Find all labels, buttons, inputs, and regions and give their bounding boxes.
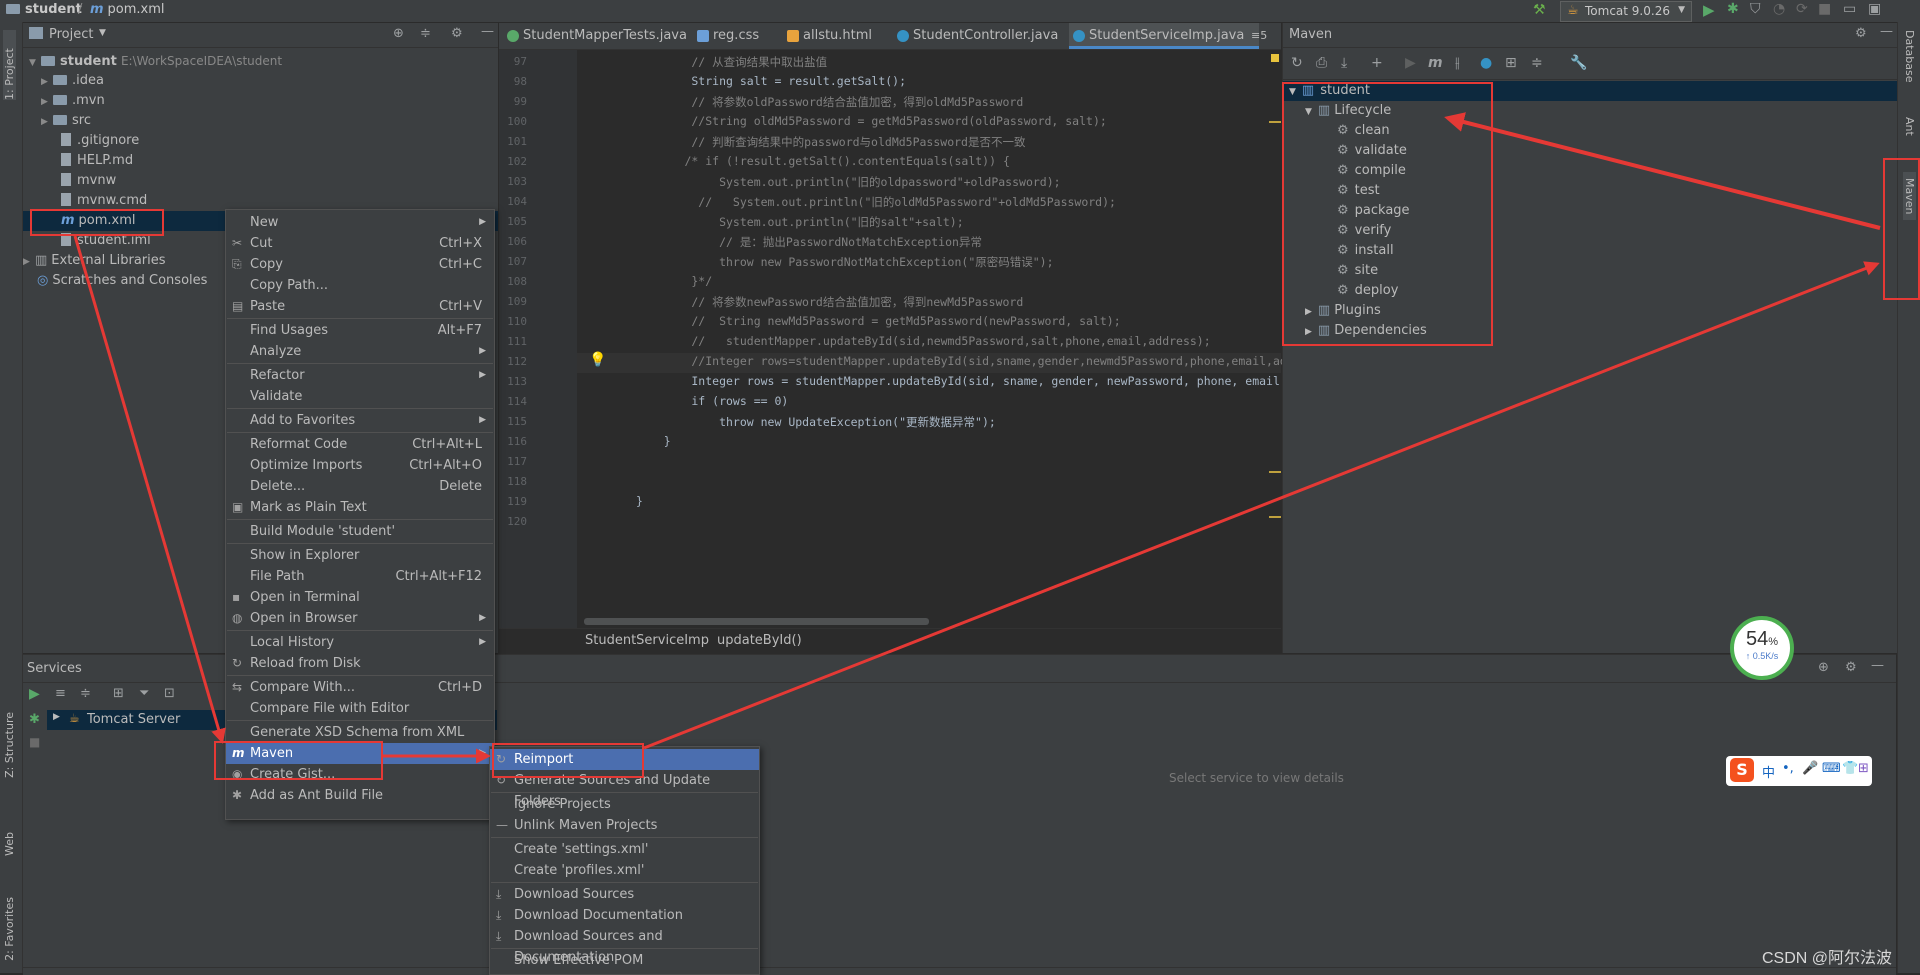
speed-rate: ↑ 0.5K/s bbox=[1745, 651, 1779, 661]
network-speed-widget: 54% ↑ 0.5K/s bbox=[1730, 616, 1794, 680]
watermark: CSDN @阿尔法波 bbox=[1762, 950, 1893, 967]
skin-icon[interactable]: 👕 bbox=[1842, 761, 1858, 776]
ime-toolbar[interactable]: S 中 •, 🎤 ⌨ 👕 ⊞ bbox=[1726, 756, 1872, 786]
microphone-icon[interactable]: 🎤 bbox=[1802, 761, 1818, 776]
speed-unit: % bbox=[1768, 636, 1779, 648]
sogou-logo-icon: S bbox=[1730, 758, 1754, 782]
arrow-maven-tab-to-lifecycle bbox=[1444, 112, 1881, 230]
toolbox-icon[interactable]: ⊞ bbox=[1858, 761, 1869, 776]
chinese-mode-icon[interactable]: 中 bbox=[1762, 762, 1775, 781]
arrow-pom-to-maven-menu bbox=[73, 235, 226, 744]
punctuation-icon[interactable]: •, bbox=[1782, 761, 1794, 776]
keyboard-icon[interactable]: ⌨ bbox=[1822, 761, 1841, 776]
annotation-arrows bbox=[73, 112, 1881, 764]
speed-percent: 54 bbox=[1745, 628, 1769, 650]
arrow-reimport-to-maven-tab bbox=[643, 261, 1880, 750]
